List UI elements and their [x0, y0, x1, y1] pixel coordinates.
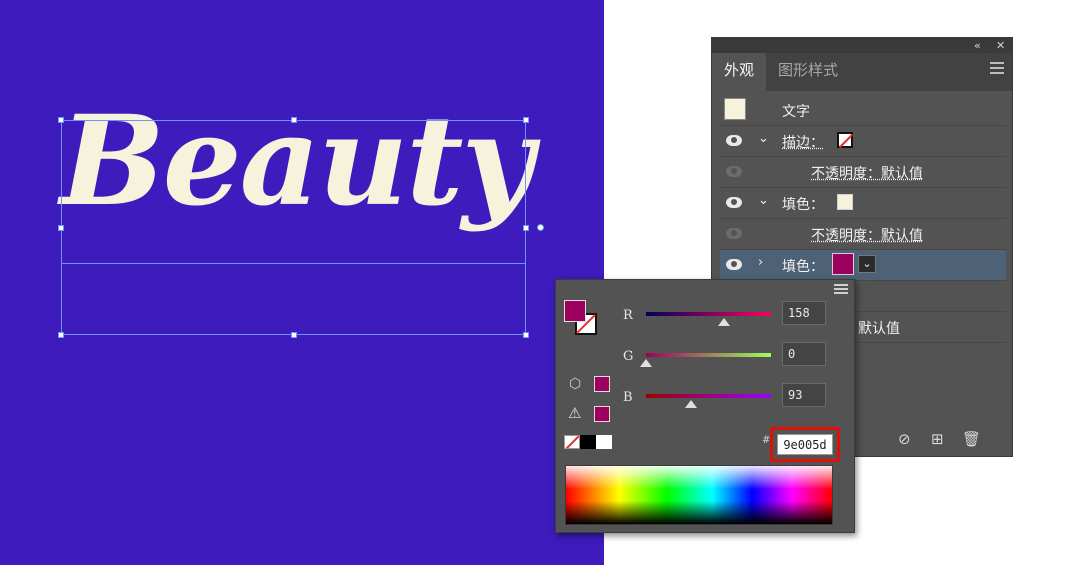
selection-bounding-box: [61, 120, 526, 335]
panel-tab-bar: 外观 图形样式: [712, 53, 1012, 91]
handle-bottom-right[interactable]: [523, 332, 529, 338]
blue-value-input[interactable]: 93: [782, 383, 826, 407]
fill-magenta-swatch[interactable]: [832, 253, 854, 275]
chevron-right-icon[interactable]: ›: [758, 255, 763, 270]
color-spectrum-ramp[interactable]: [565, 465, 833, 525]
green-slider-thumb[interactable]: [640, 359, 652, 367]
trash-icon[interactable]: 🗑: [962, 430, 981, 448]
hex-input-highlight: 9e005d: [770, 427, 840, 462]
fill-dropdown-button[interactable]: ⌄: [858, 255, 876, 273]
row-stroke[interactable]: ⌄ 描边：: [720, 126, 1006, 157]
opacity-label[interactable]: 不透明度：默认值: [811, 225, 923, 245]
clear-appearance-icon[interactable]: ⊘: [898, 430, 911, 448]
green-slider[interactable]: [646, 353, 771, 357]
gamut-swatch[interactable]: [594, 406, 610, 422]
hex-value-input[interactable]: 9e005d: [777, 434, 833, 455]
visibility-eye-icon[interactable]: [726, 166, 742, 177]
blue-label: B: [623, 390, 633, 405]
chevron-down-icon[interactable]: ⌄: [758, 193, 769, 208]
red-slider[interactable]: [646, 312, 771, 316]
handle-middle-right[interactable]: [523, 225, 529, 231]
red-slider-thumb[interactable]: [717, 318, 730, 326]
stroke-label[interactable]: 描边：: [782, 132, 824, 152]
web-safe-swatch[interactable]: [594, 376, 610, 392]
visibility-eye-icon[interactable]: [726, 259, 742, 270]
visibility-eye-icon[interactable]: [726, 135, 742, 146]
blue-slider[interactable]: [646, 394, 771, 398]
picker-options-icon[interactable]: [834, 284, 848, 296]
fill-cream-swatch[interactable]: [837, 194, 853, 210]
opacity-label[interactable]: 不透明度：默认值: [811, 163, 923, 183]
fill-label[interactable]: 填色：: [782, 256, 824, 276]
green-label: G: [623, 349, 634, 364]
stroke-none-swatch[interactable]: [837, 132, 853, 148]
type-thumbnail: [724, 98, 746, 120]
handle-top-right[interactable]: [523, 117, 529, 123]
color-picker-popup: R 158 G 0 B 93 ⬡ ⚠ # 9e005d: [555, 279, 855, 533]
visibility-eye-icon[interactable]: [726, 197, 742, 208]
handle-bottom-left[interactable]: [58, 332, 64, 338]
red-value-input[interactable]: 158: [782, 301, 826, 325]
row-fill-2-selected[interactable]: › 填色： ⌄: [720, 250, 1006, 281]
blue-slider-thumb[interactable]: [685, 400, 697, 408]
handle-top-center[interactable]: [291, 117, 297, 123]
row-fill-opacity[interactable]: 不透明度：默认值: [720, 219, 1006, 250]
selection-baseline: [61, 263, 526, 264]
tab-graphic-styles[interactable]: 图形样式: [766, 53, 850, 91]
collapse-icon[interactable]: «: [974, 38, 981, 53]
none-swatch[interactable]: [564, 435, 580, 449]
close-icon[interactable]: ✕: [996, 38, 1005, 53]
row-stroke-opacity[interactable]: 不透明度：默认值: [720, 157, 1006, 188]
black-swatch[interactable]: [580, 435, 596, 449]
white-swatch[interactable]: [596, 435, 612, 449]
tab-appearance[interactable]: 外观: [712, 53, 767, 91]
opacity-default-label[interactable]: 默认值: [858, 318, 900, 338]
text-anchor-point[interactable]: [537, 224, 544, 231]
add-new-fill-icon[interactable]: ⊞: [931, 430, 944, 448]
fill-label[interactable]: 填色：: [782, 194, 824, 214]
green-value-input[interactable]: 0: [782, 342, 826, 366]
fill-color-indicator[interactable]: [564, 300, 586, 322]
row-type[interactable]: 文字: [720, 95, 1006, 126]
panel-menu-icon[interactable]: [990, 62, 1004, 74]
handle-top-left[interactable]: [58, 117, 64, 123]
row-fill-1[interactable]: ⌄ 填色：: [720, 188, 1006, 219]
web-safe-cube-icon[interactable]: ⬡: [569, 376, 581, 392]
panel-title-bar: « ✕: [712, 38, 1012, 53]
row-type-label: 文字: [782, 104, 810, 120]
red-label: R: [623, 308, 633, 323]
handle-middle-left[interactable]: [58, 225, 64, 231]
chevron-down-icon[interactable]: ⌄: [758, 131, 769, 146]
handle-bottom-center[interactable]: [291, 332, 297, 338]
visibility-eye-icon[interactable]: [726, 228, 742, 239]
out-of-gamut-warning-icon[interactable]: ⚠: [568, 404, 581, 422]
